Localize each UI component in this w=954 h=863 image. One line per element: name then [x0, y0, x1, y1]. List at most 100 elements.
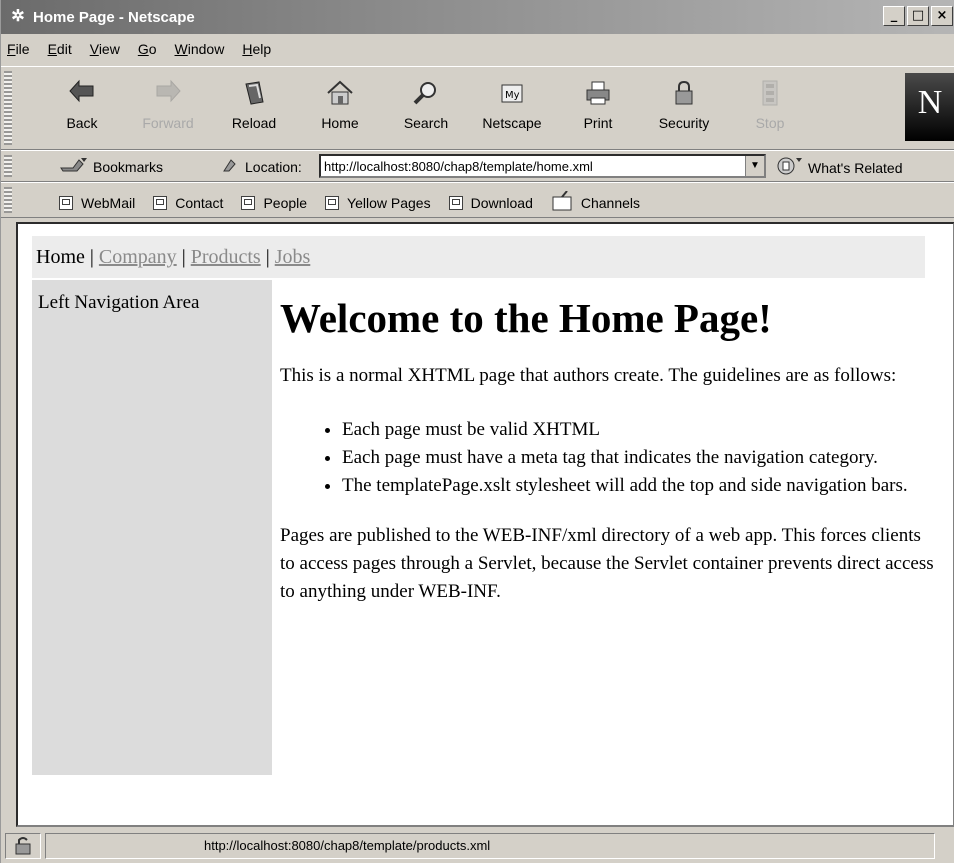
list-item: Each page must have a meta tag that indi… [342, 444, 940, 472]
maximize-button[interactable]: □ [907, 6, 929, 26]
bookmark-page-icon [241, 195, 256, 210]
bookmarks-icon [59, 156, 87, 177]
bookmark-label: Download [470, 194, 533, 211]
window-controls: _ □ × [883, 6, 953, 26]
svg-text:My: My [505, 90, 520, 101]
menu-view[interactable]: View [90, 41, 120, 57]
list-item: The templatePage.xslt stylesheet will ad… [342, 472, 940, 500]
channels-icon [551, 190, 573, 214]
home-icon [324, 77, 356, 109]
printer-icon [582, 77, 614, 109]
location-toolbar: Bookmarks Location: http://localhost:808… [1, 150, 954, 182]
netscape-label: Netscape [482, 115, 542, 131]
bookmark-label: Channels [580, 194, 641, 211]
status-text: http://localhost:8080/chap8/template/pro… [204, 838, 491, 853]
toolbar-grip[interactable] [4, 187, 12, 213]
page-content[interactable]: Home | Company | Products | Jobs Left Na… [16, 222, 954, 827]
menu-go[interactable]: Go [138, 41, 157, 57]
left-navigation-area: Left Navigation Area [32, 280, 272, 775]
left-navigation-label: Left Navigation Area [38, 292, 200, 313]
bookmark-people[interactable]: People [241, 191, 307, 214]
page-heading: Welcome to the Home Page! [280, 295, 772, 341]
whats-related-icon [776, 156, 802, 179]
bookmark-label: WebMail [81, 194, 136, 211]
nav-separator: | [89, 246, 94, 268]
bookmark-contact[interactable]: Contact [153, 191, 223, 214]
print-label: Print [583, 115, 613, 131]
netscape-logo[interactable]: N [905, 73, 954, 141]
forward-label: Forward [142, 115, 194, 131]
list-item: Each page must be valid XHTML [342, 416, 940, 444]
menu-window[interactable]: Window [175, 41, 225, 57]
minimize-button[interactable]: _ [883, 6, 905, 26]
menu-file[interactable]: File [7, 41, 30, 57]
browser-window: ✲ Home Page - Netscape _ □ × File Edit V… [0, 0, 954, 863]
location-text: Location: [245, 158, 302, 175]
top-navigation-bar: Home | Company | Products | Jobs [32, 236, 925, 278]
security-status-icon[interactable] [5, 833, 41, 859]
forward-arrow-icon [152, 77, 184, 109]
toolbar-grip[interactable] [4, 155, 12, 177]
whats-related-label: What's Related [808, 159, 903, 176]
bookmarks-label: Bookmarks [93, 158, 164, 175]
bookmark-page-icon [59, 195, 73, 210]
stop-label: Stop [755, 115, 785, 131]
personal-toolbar: WebMail Contact People Yellow Pages Down… [1, 182, 954, 218]
netscape-app-icon: ✲ [11, 8, 25, 25]
back-button[interactable]: Back [39, 75, 125, 143]
location-icon [221, 156, 239, 177]
guidelines-list: Each page must be valid XHTML Each page … [280, 416, 940, 500]
chevron-down-icon[interactable]: ▼ [745, 156, 764, 176]
nav-link-jobs[interactable]: Jobs [275, 246, 311, 268]
reload-label: Reload [231, 115, 277, 131]
url-input[interactable]: http://localhost:8080/chap8/template/hom… [319, 154, 766, 178]
toolbar-grip[interactable] [4, 71, 12, 145]
search-icon [410, 77, 442, 109]
location-label: Location: [221, 156, 302, 177]
nav-link-company[interactable]: Company [99, 246, 177, 268]
search-button[interactable]: Search [383, 75, 469, 143]
url-text: http://localhost:8080/chap8/template/hom… [324, 158, 593, 174]
back-label: Back [66, 115, 98, 131]
security-button[interactable]: Security [641, 75, 727, 143]
bookmark-page-icon [153, 195, 168, 210]
whats-related-button[interactable]: What's Related [776, 156, 903, 179]
intro-paragraph: This is a normal XHTML page that authors… [280, 365, 897, 386]
back-arrow-icon [66, 77, 98, 109]
bookmark-download[interactable]: Download [448, 191, 533, 214]
lock-icon [668, 77, 700, 109]
navigation-toolbar: Back Forward Reload Home Search My Netsc… [1, 66, 954, 150]
title-bar[interactable]: ✲ Home Page - Netscape _ □ × [1, 0, 954, 34]
bookmark-page-icon [448, 195, 463, 210]
netscape-button[interactable]: My Netscape [469, 75, 555, 143]
bookmark-channels[interactable]: Channels [551, 190, 641, 214]
menu-help[interactable]: Help [242, 41, 271, 57]
nav-link-products[interactable]: Products [191, 246, 261, 268]
search-label: Search [403, 115, 449, 131]
main-content: Welcome to the Home Page! This is a norm… [280, 280, 940, 606]
stop-button[interactable]: Stop [727, 75, 813, 143]
bookmark-label: Contact [175, 194, 224, 211]
netscape-icon: My [496, 77, 528, 109]
bookmark-webmail[interactable]: WebMail [59, 191, 135, 214]
home-label: Home [321, 115, 359, 131]
menu-bar: File Edit View Go Window Help [1, 34, 954, 64]
menu-edit[interactable]: Edit [48, 41, 72, 57]
bookmark-label: People [263, 194, 308, 211]
status-text-box: http://localhost:8080/chap8/template/pro… [45, 833, 935, 859]
close-button[interactable]: × [931, 6, 953, 26]
print-button[interactable]: Print [555, 75, 641, 143]
nav-separator: | [265, 246, 270, 268]
forward-button[interactable]: Forward [125, 75, 211, 143]
bookmark-yellow-pages[interactable]: Yellow Pages [325, 191, 431, 214]
home-button[interactable]: Home [297, 75, 383, 143]
window-title: Home Page - Netscape [33, 8, 195, 26]
security-label: Security [658, 115, 710, 131]
nav-home: Home [36, 246, 85, 268]
stop-icon [754, 77, 786, 109]
reload-icon [238, 77, 270, 109]
closing-paragraph: Pages are published to the WEB-INF/xml d… [280, 525, 934, 602]
reload-button[interactable]: Reload [211, 75, 297, 143]
bookmark-page-icon [325, 195, 340, 210]
bookmarks-button[interactable]: Bookmarks [59, 156, 163, 177]
